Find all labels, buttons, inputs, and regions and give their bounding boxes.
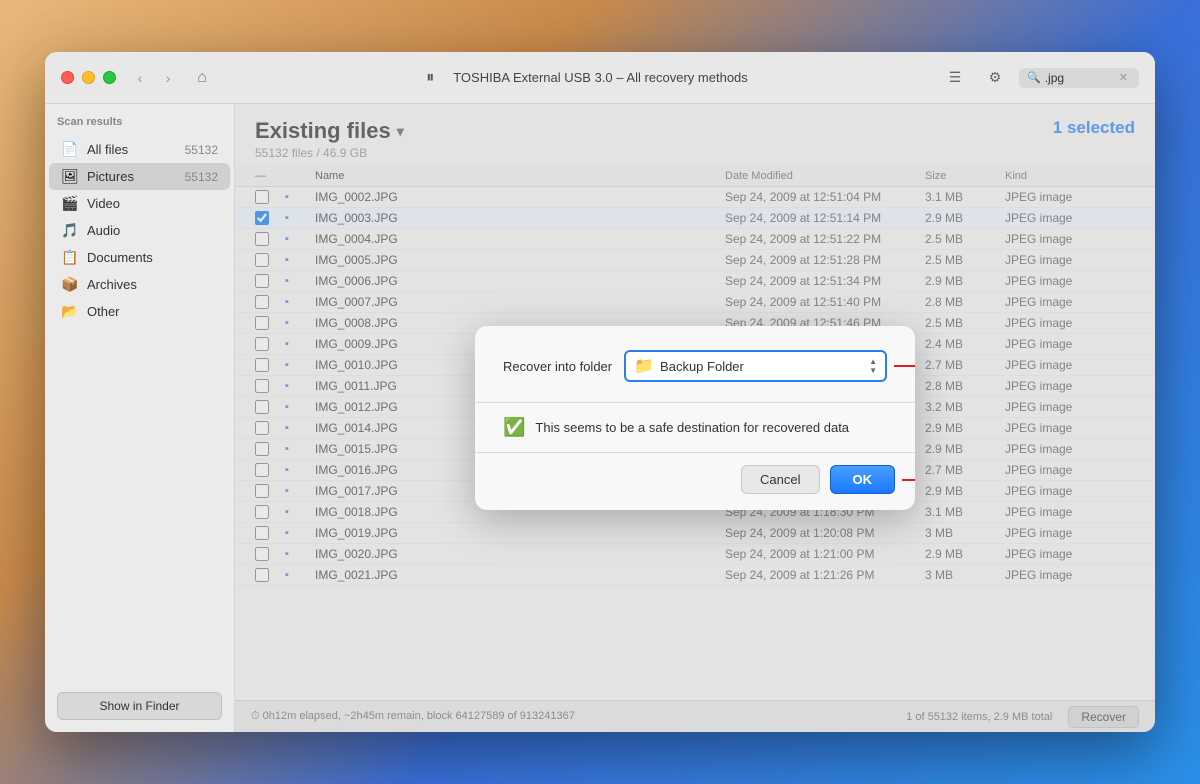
- sidebar-item-pictures[interactable]: 🖼 Pictures 55132: [49, 163, 230, 190]
- other-icon: 📂: [61, 303, 79, 320]
- sidebar-item-other[interactable]: 📂 Other: [49, 298, 230, 325]
- file-area: Existing files ▾ 55132 files / 46.9 GB 1…: [235, 104, 1155, 732]
- audio-icon: 🎵: [61, 222, 79, 239]
- dialog-folder-label: Recover into folder: [503, 359, 612, 374]
- home-button[interactable]: ⌂: [188, 67, 216, 89]
- recover-dialog: Recover into folder 📁 Backup Folder ▲ ▼: [475, 326, 915, 510]
- search-clear-icon[interactable]: ✕: [1119, 71, 1128, 84]
- minimize-button[interactable]: [82, 71, 95, 84]
- all-files-icon: 📄: [61, 141, 79, 158]
- safe-text: This seems to be a safe destination for …: [535, 420, 849, 435]
- folder-name-label: Backup Folder: [660, 359, 863, 374]
- sidebar-label-video: Video: [87, 196, 218, 211]
- pictures-icon: 🖼: [61, 168, 79, 185]
- sidebar: Scan results 📄 All files 55132 🖼 Picture…: [45, 104, 235, 732]
- folder-icon: 📁: [634, 356, 654, 376]
- sidebar-item-audio[interactable]: 🎵 Audio: [49, 217, 230, 244]
- sidebar-count-pictures: 55132: [185, 170, 218, 184]
- dialog-safe-message: ✅ This seems to be a safe destination fo…: [475, 403, 915, 452]
- safe-check-icon: ✅: [503, 417, 525, 438]
- sidebar-item-all-files[interactable]: 📄 All files 55132: [49, 136, 230, 163]
- sidebar-label-pictures: Pictures: [87, 169, 177, 184]
- search-box: 🔍 ✕: [1019, 68, 1139, 88]
- ok-button[interactable]: OK: [830, 465, 896, 494]
- main-content: Scan results 📄 All files 55132 🖼 Picture…: [45, 104, 1155, 732]
- sidebar-label-archives: Archives: [87, 277, 218, 292]
- nav-forward-button[interactable]: ›: [156, 67, 180, 89]
- cancel-button[interactable]: Cancel: [741, 465, 819, 494]
- show-in-finder-button[interactable]: Show in Finder: [57, 692, 222, 720]
- folder-arrows-icon: ▲ ▼: [869, 358, 877, 375]
- arrow-line: [894, 365, 915, 367]
- nav-buttons: ‹ ›: [128, 67, 180, 89]
- sidebar-item-documents[interactable]: 📋 Documents: [49, 244, 230, 271]
- sidebar-item-video[interactable]: 🎬 Video: [49, 190, 230, 217]
- search-icon: 🔍: [1027, 71, 1041, 84]
- dialog-overlay: Recover into folder 📁 Backup Folder ▲ ▼: [235, 104, 1155, 732]
- window-title: TOSHIBA External USB 3.0 – All recovery …: [453, 70, 748, 85]
- titlebar-center: ⏸ TOSHIBA External USB 3.0 – All recover…: [228, 67, 939, 89]
- video-icon: 🎬: [61, 195, 79, 212]
- sidebar-label-all-files: All files: [87, 142, 177, 157]
- dialog-folder-row: Recover into folder 📁 Backup Folder ▲ ▼: [503, 350, 887, 382]
- sidebar-label-documents: Documents: [87, 250, 218, 265]
- view-toggle-button[interactable]: ☰: [939, 67, 971, 89]
- settings-button[interactable]: ⚙: [981, 67, 1009, 89]
- scan-results-label: Scan results: [45, 116, 234, 136]
- sidebar-label-other: Other: [87, 304, 218, 319]
- titlebar: ‹ › ⌂ ⏸ TOSHIBA External USB 3.0 – All r…: [45, 52, 1155, 104]
- dialog-buttons: Cancel OK: [475, 452, 915, 510]
- sidebar-item-archives[interactable]: 📦 Archives: [49, 271, 230, 298]
- pause-button[interactable]: ⏸: [419, 67, 441, 89]
- ok-annotation-arrow: [902, 474, 915, 486]
- ok-button-wrapper: OK: [830, 465, 896, 494]
- documents-icon: 📋: [61, 249, 79, 266]
- archives-icon: 📦: [61, 276, 79, 293]
- folder-annotation-arrow: [894, 360, 915, 372]
- sidebar-count-all-files: 55132: [185, 143, 218, 157]
- dialog-body: Recover into folder 📁 Backup Folder ▲ ▼: [475, 326, 915, 382]
- sidebar-label-audio: Audio: [87, 223, 218, 238]
- folder-selector[interactable]: 📁 Backup Folder ▲ ▼: [624, 350, 887, 382]
- traffic-lights: [61, 71, 116, 84]
- titlebar-right: ☰ ⚙ 🔍 ✕: [939, 67, 1139, 89]
- search-input[interactable]: [1045, 71, 1115, 85]
- close-button[interactable]: [61, 71, 74, 84]
- nav-back-button[interactable]: ‹: [128, 67, 152, 89]
- maximize-button[interactable]: [103, 71, 116, 84]
- ok-arrow-line: [902, 479, 915, 481]
- main-window: ‹ › ⌂ ⏸ TOSHIBA External USB 3.0 – All r…: [45, 52, 1155, 732]
